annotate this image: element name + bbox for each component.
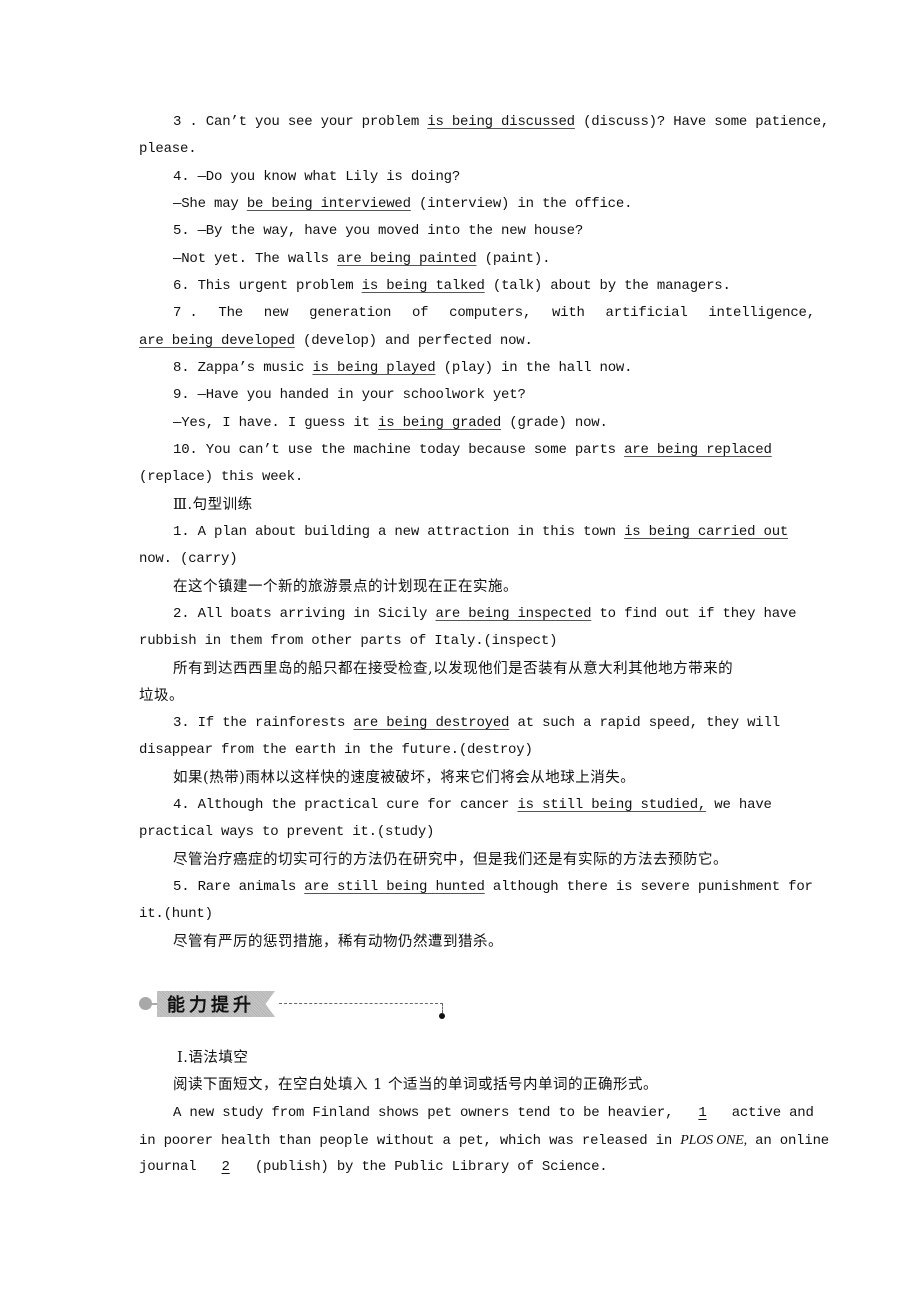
s3-item-2-cn: 所有到达西西里岛的船只都在接受检查,以发现他们是否装有从意大利其他地方带来的: [173, 661, 734, 677]
text: 2. All boats arriving in Sicily: [173, 606, 436, 622]
text: 6. This urgent problem: [173, 278, 362, 294]
s3-item-3-cont: disappear from the earth in the future.(…: [139, 742, 533, 758]
answer: is being graded: [378, 415, 502, 431]
text: although there is severe punishment for: [484, 879, 813, 895]
s3-item-5-cont: it.(hunt): [139, 906, 213, 922]
item-5-q: 5. —By the way, have you moved into the …: [173, 223, 584, 239]
item-3-cont: please.: [139, 141, 197, 157]
s3-item-3: 3. If the rainforests are being destroye…: [173, 710, 780, 737]
s3-item-4-cont: practical ways to prevent it.(study): [139, 824, 435, 840]
word: artificial: [605, 305, 688, 321]
item-3: 3 . Can’t you see your problem is being …: [173, 109, 829, 136]
text: at such a rapid speed, they will: [509, 715, 780, 731]
word: computers,: [449, 305, 532, 321]
text: 3 . Can’t you see your problem: [173, 114, 428, 130]
text: (grade) now.: [501, 415, 608, 431]
text: in poorer health than people without a p…: [139, 1133, 681, 1149]
text: 8. Zappa’s music: [173, 360, 313, 376]
s3-item-1-cont: now. (carry): [139, 551, 238, 567]
text: 1. A plan about building a new attractio…: [173, 524, 625, 540]
answer: are being painted: [337, 251, 477, 267]
s3-item-2: 2. All boats arriving in Sicily are bein…: [173, 601, 797, 628]
word: with: [551, 305, 585, 321]
text: (talk) about by the managers.: [484, 278, 731, 294]
item-6: 6. This urgent problem is being talked (…: [173, 273, 731, 300]
text: to find out if they have: [591, 606, 797, 622]
blank-2[interactable]: 2: [205, 1154, 247, 1181]
s3-item-3-cn: 如果(热带)雨林以这样快的速度被破坏，将来它们将会从地球上消失。: [173, 770, 636, 786]
answer: are still being hunted: [304, 879, 485, 895]
text: (discuss)? Have some patience,: [574, 114, 830, 130]
text: 5. Rare animals: [173, 879, 305, 895]
word: intelligence,: [708, 305, 815, 321]
item-4-q: 4. —Do you know what Lily is doing?: [173, 169, 461, 185]
item-4-a: —She may be being interviewed (interview…: [173, 191, 632, 218]
section-heading: Ⅲ.句型训练: [173, 497, 253, 513]
s3-item-1-cn: 在这个镇建一个新的旅游景点的计划现在正在实施。: [173, 579, 518, 595]
item-9-q: 9. —Have you handed in your schoolwork y…: [173, 387, 526, 403]
section-heading: Ⅰ.语法填空: [177, 1050, 249, 1066]
journal-name: PLOS ONE,: [680, 1133, 747, 1148]
text: journal: [139, 1159, 205, 1175]
text: —She may: [173, 196, 247, 212]
text: (publish) by the Public Library of Scien…: [246, 1159, 608, 1175]
answer: are being developed: [139, 333, 295, 349]
section-banner: 能力提升: [139, 989, 449, 1029]
text: an online: [746, 1133, 829, 1149]
text: we have: [706, 797, 772, 813]
item-9-a: —Yes, I have. I guess it is being graded…: [173, 410, 608, 437]
item-5-a: —Not yet. The walls are being painted (p…: [173, 246, 550, 273]
word: 7 .: [173, 305, 198, 321]
answer: are being inspected: [435, 606, 592, 622]
word: generation: [309, 305, 392, 321]
s3-item-4: 4. Although the practical cure for cance…: [173, 792, 772, 819]
word: new: [263, 305, 289, 321]
text: (interview) in the office.: [410, 196, 633, 212]
answer: is still being studied,: [517, 797, 707, 813]
item-7-cont: are being developed (develop) and perfec…: [139, 328, 533, 355]
dashed-line: [279, 1003, 443, 1004]
item-10-cont: (replace) this week.: [139, 469, 304, 485]
word: The: [218, 305, 243, 321]
end-dot-icon: [439, 1013, 445, 1019]
answer: are being replaced: [624, 442, 772, 458]
text: A new study from Finland shows pet owner…: [173, 1105, 682, 1121]
answer: is being discussed: [427, 114, 575, 130]
answer: is being played: [312, 360, 436, 376]
dashed-drop: [442, 1003, 443, 1013]
text: (play) in the hall now.: [435, 360, 633, 376]
text: 4. Although the practical cure for cance…: [173, 797, 518, 813]
item-10: 10. You can’t use the machine today beca…: [173, 437, 772, 464]
s3-item-5: 5. Rare animals are still being hunted a…: [173, 874, 813, 901]
text: (paint).: [476, 251, 551, 267]
banner-title: 能力提升: [167, 995, 255, 1016]
answer: are being destroyed: [353, 715, 510, 731]
answer: be being interviewed: [246, 196, 411, 212]
instruction: 阅读下面短文，在空白处填入 1 个适当的单词或括号内单词的正确形式。: [173, 1077, 658, 1093]
text: —Not yet. The walls: [173, 251, 338, 267]
text: 3. If the rainforests: [173, 715, 354, 731]
word: of: [411, 305, 429, 321]
s3-item-4-cn: 尽管治疗癌症的切实可行的方法仍在研究中，但是我们还是有实际的方法去预防它。: [173, 852, 728, 868]
passage-line-3: journal 2 (publish) by the Public Librar…: [139, 1154, 608, 1181]
passage-line-2: in poorer health than people without a p…: [139, 1127, 829, 1154]
s3-item-5-cn: 尽管有严厉的惩罚措施，稀有动物仍然遭到猎杀。: [173, 934, 503, 950]
text: 10. You can’t use the machine today beca…: [173, 442, 625, 458]
blank-1[interactable]: 1: [682, 1100, 724, 1127]
answer: is being talked: [361, 278, 485, 294]
text: (develop) and perfected now.: [294, 333, 533, 349]
banner-flag: 能力提升: [157, 991, 275, 1017]
item-8: 8. Zappa’s music is being played (play) …: [173, 355, 633, 382]
s3-item-2-cont: rubbish in them from other parts of Ital…: [139, 633, 558, 649]
s3-item-1: 1. A plan about building a new attractio…: [173, 519, 788, 546]
text: active and: [723, 1105, 814, 1121]
item-7: 7 . The new generation of computers, wit…: [173, 300, 815, 327]
text: —Yes, I have. I guess it: [173, 415, 379, 431]
answer: is being carried out: [624, 524, 789, 540]
s3-item-2-cn2: 垃圾。: [139, 688, 184, 704]
passage-line-1: A new study from Finland shows pet owner…: [173, 1100, 814, 1127]
